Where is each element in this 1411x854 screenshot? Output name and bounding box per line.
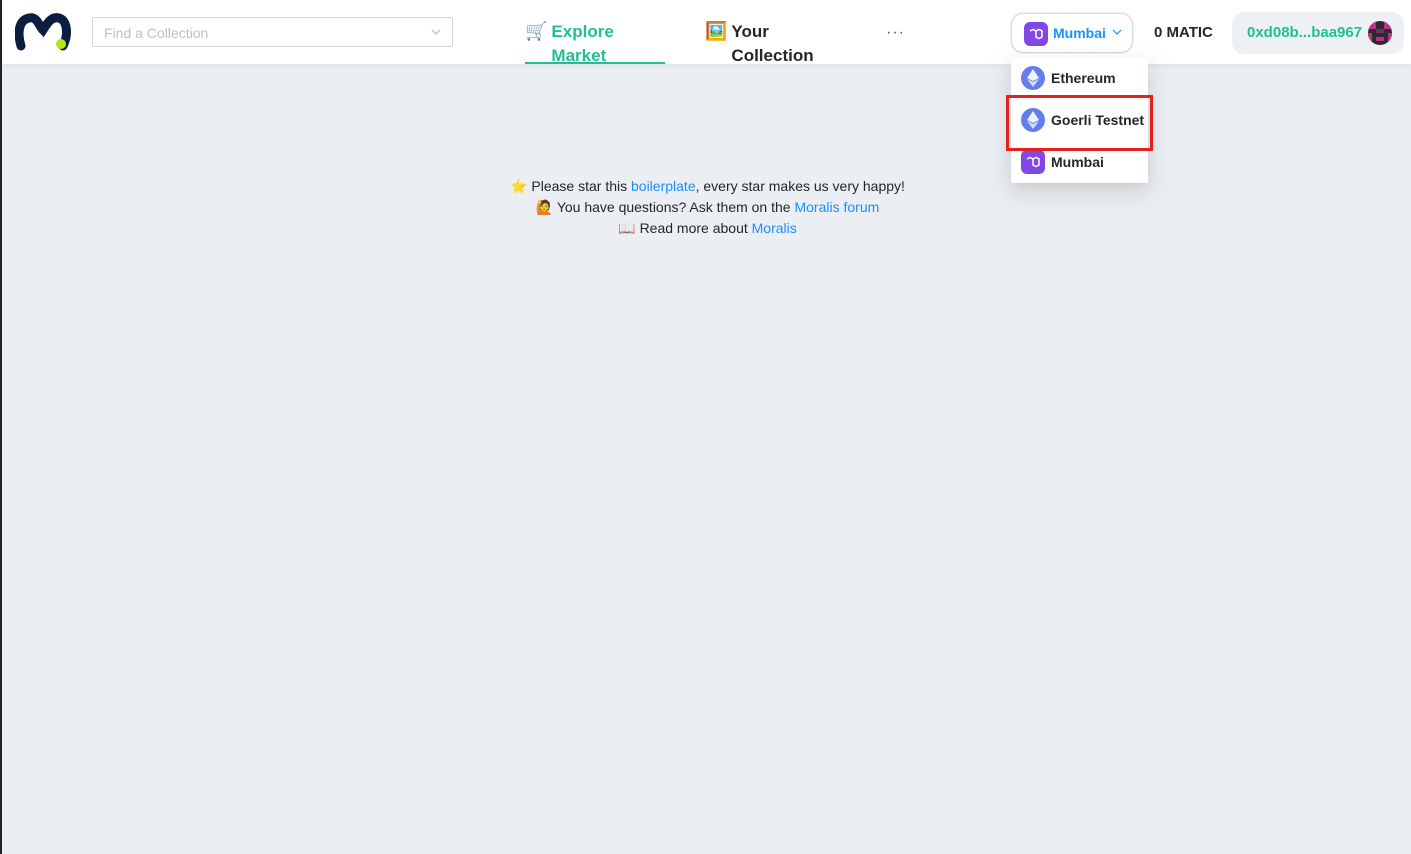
raising-hand-icon: 🙋 [535, 199, 554, 215]
star-icon: ⭐ [510, 178, 528, 194]
tab-your-collection[interactable]: 🖼️ Your Collection [705, 20, 851, 65]
chevron-down-icon [1112, 29, 1122, 35]
info-line-star: ⭐ Please star this boilerplate, every st… [510, 178, 905, 194]
more-menu-button[interactable]: ··· [886, 24, 905, 42]
moralis-forum-link[interactable]: Moralis forum [794, 199, 879, 215]
native-balance: 0 MATIC [1154, 24, 1213, 41]
chain-option-ethereum[interactable]: Ethereum [1011, 58, 1148, 98]
boilerplate-link[interactable]: boilerplate [631, 178, 696, 194]
tab-explore-market-label: Explore Market [551, 22, 614, 65]
header: Find a Collection 🛒 Explore Market 🖼️ Yo… [2, 0, 1411, 65]
book-icon: 📖 [618, 220, 636, 236]
chain-option-label: Ethereum [1051, 70, 1116, 86]
tab-explore-market[interactable]: 🛒 Explore Market [525, 20, 665, 65]
cart-icon: 🛒 [525, 21, 548, 41]
chain-option-label: Mumbai [1051, 154, 1104, 170]
polygon-icon [1021, 150, 1045, 174]
moralis-link[interactable]: Moralis [752, 220, 797, 236]
chain-selector-label: Mumbai [1053, 25, 1106, 41]
moralis-logo-icon[interactable] [14, 12, 71, 52]
info-line-read-more: 📖 Read more about Moralis [618, 220, 797, 236]
chain-selector-button[interactable]: Mumbai [1011, 13, 1133, 53]
polygon-icon [1024, 22, 1048, 46]
tab-your-collection-label: Your Collection [731, 22, 814, 65]
app: Find a Collection 🛒 Explore Market 🖼️ Yo… [0, 0, 1411, 854]
search-placeholder: Find a Collection [104, 25, 209, 41]
info-line-questions: 🙋 You have questions? Ask them on the Mo… [535, 199, 880, 215]
info-text: ⭐ Please star this boilerplate, every st… [2, 176, 1411, 239]
account-button[interactable]: 0xd08b...baa967 [1232, 12, 1404, 54]
picture-icon: 🖼️ [705, 21, 728, 41]
search-collection-select[interactable]: Find a Collection [92, 17, 453, 47]
account-address: 0xd08b...baa967 [1247, 24, 1363, 41]
ethereum-icon [1021, 66, 1045, 90]
highlight-box [1006, 95, 1153, 151]
avatar [1368, 21, 1392, 45]
chevron-down-icon [431, 29, 441, 35]
